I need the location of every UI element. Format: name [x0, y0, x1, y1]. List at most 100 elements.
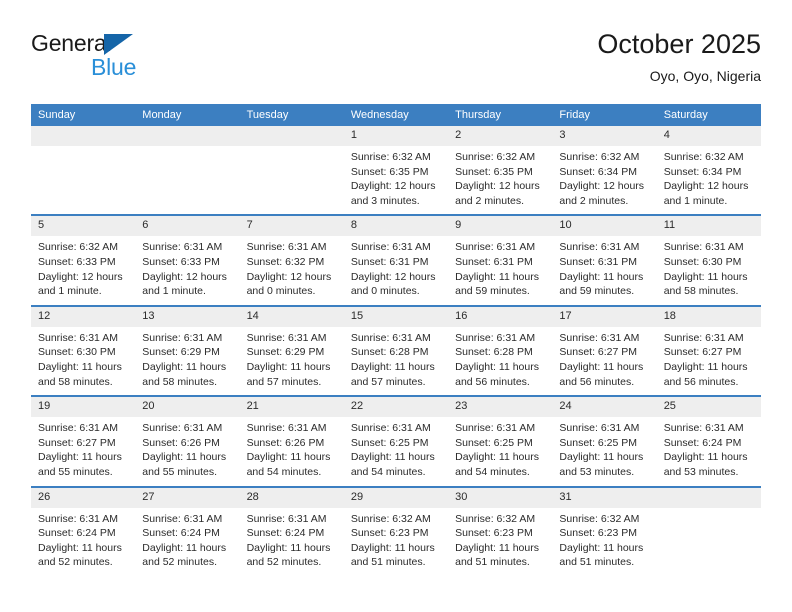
day-daylight2-text: and 1 minute.: [142, 285, 206, 298]
day-daylight2-text: and 1 minute.: [38, 285, 102, 298]
day-sunrise-text: Sunrise: 6:31 AM: [559, 241, 640, 254]
day-daylight2-text: and 54 minutes.: [246, 465, 322, 478]
day-daylight2-text: and 58 minutes.: [663, 285, 739, 298]
day-number: [656, 487, 761, 508]
calendar-day-cell[interactable]: 23 Sunrise: 6:31 AM Sunset: 6:25 PM Dayligh…: [448, 397, 553, 486]
calendar-day-cell[interactable]: 4 Sunrise: 6:32 AM Sunset: 6:34 PM Daylight…: [656, 126, 761, 215]
calendar-day-cell[interactable]: 9 Sunrise: 6:31 AM Sunset: 6:31 PM Daylight…: [448, 216, 553, 305]
day-sunset-text: Sunset: 6:35 PM: [350, 165, 429, 178]
day-sunset-text: Sunset: 6:32 PM: [246, 255, 325, 268]
day-daylight2-text: and 51 minutes.: [350, 556, 426, 569]
day-daylight2-text: and 57 minutes.: [350, 375, 426, 388]
day-daylight2-text: and 59 minutes.: [455, 285, 530, 298]
day-daylight2-text: and 51 minutes.: [559, 556, 635, 569]
day-daylight1-text: Daylight: 12 hours: [350, 180, 436, 193]
day-sun-info: Sunrise: 6:31 AM Sunset: 6:29 PM Daylight:…: [135, 327, 239, 395]
day-sunrise-text: Sunrise: 6:31 AM: [142, 241, 223, 254]
day-daylight1-text: Daylight: 11 hours: [38, 451, 122, 464]
calendar-day-cell[interactable]: 10 Sunrise: 6:31 AM Sunset: 6:31 PM Dayligh…: [552, 216, 657, 305]
day-number: 2: [448, 126, 553, 146]
general-blue-logo[interactable]: General Blue: [31, 28, 291, 90]
day-daylight2-text: and 0 minutes.: [246, 285, 316, 298]
calendar-day-cell[interactable]: 7 Sunrise: 6:31 AM Sunset: 6:32 PM Daylight…: [239, 216, 344, 305]
day-sun-info: Sunrise: 6:31 AM Sunset: 6:28 PM Daylight:…: [448, 327, 552, 395]
day-daylight2-text: and 0 minutes.: [350, 285, 420, 298]
day-sunrise-text: Sunrise: 6:31 AM: [38, 422, 118, 435]
day-number: 6: [135, 216, 240, 237]
day-sunset-text: Sunset: 6:33 PM: [38, 255, 116, 268]
calendar-day-cell[interactable]: 17 Sunrise: 6:31 AM Sunset: 6:27 PM Dayligh…: [552, 306, 657, 396]
calendar-day-cell-empty: [239, 126, 344, 215]
calendar-day-cell[interactable]: 26 Sunrise: 6:31 AM Sunset: 6:24 PM Dayligh…: [31, 487, 136, 576]
calendar-day-cell[interactable]: 11 Sunrise: 6:31 AM Sunset: 6:30 PM Dayligh…: [656, 216, 761, 305]
calendar-day-cell[interactable]: 27 Sunrise: 6:31 AM Sunset: 6:24 PM Dayligh…: [135, 487, 240, 576]
day-number: 9: [448, 216, 553, 237]
day-number: [135, 126, 240, 146]
day-sun-info: Sunrise: 6:31 AM Sunset: 6:24 PM Daylight:…: [657, 417, 761, 485]
calendar-day-cell[interactable]: 24 Sunrise: 6:31 AM Sunset: 6:25 PM Dayligh…: [552, 397, 657, 486]
calendar-day-cell[interactable]: 12 Sunrise: 6:31 AM Sunset: 6:30 PM Dayligh…: [31, 306, 136, 396]
day-daylight1-text: Daylight: 11 hours: [559, 360, 644, 373]
calendar-day-cell[interactable]: 19 Sunrise: 6:31 AM Sunset: 6:27 PM Dayligh…: [31, 397, 136, 486]
calendar-day-cell[interactable]: 31 Sunrise: 6:32 AM Sunset: 6:23 PM Dayligh…: [552, 487, 657, 576]
calendar-day-cell[interactable]: 21 Sunrise: 6:31 AM Sunset: 6:26 PM Dayligh…: [239, 397, 344, 486]
day-daylight2-text: and 52 minutes.: [142, 556, 217, 569]
day-sun-info: Sunrise: 6:31 AM Sunset: 6:28 PM Daylight:…: [344, 327, 448, 395]
day-sunset-text: Sunset: 6:31 PM: [455, 255, 533, 268]
day-daylight1-text: Daylight: 12 hours: [246, 270, 332, 283]
day-daylight1-text: Daylight: 11 hours: [559, 270, 644, 283]
calendar-day-cell[interactable]: 14 Sunrise: 6:31 AM Sunset: 6:29 PM Dayligh…: [239, 306, 344, 396]
weekday-header-wednesday: Wednesday: [350, 109, 409, 121]
day-sunset-text: Sunset: 6:24 PM: [246, 527, 325, 540]
day-number: 29: [343, 487, 449, 508]
day-daylight2-text: and 56 minutes.: [559, 375, 635, 388]
day-sunrise-text: Sunrise: 6:31 AM: [455, 331, 536, 344]
calendar-day-cell[interactable]: 6 Sunrise: 6:31 AM Sunset: 6:33 PM Daylight…: [135, 216, 240, 305]
day-number: 3: [552, 126, 657, 146]
calendar-day-cell[interactable]: 15 Sunrise: 6:31 AM Sunset: 6:28 PM Dayligh…: [343, 306, 449, 396]
calendar-day-cell[interactable]: 2 Sunrise: 6:32 AM Sunset: 6:35 PM Daylight…: [448, 126, 553, 215]
day-sunrise-text: Sunrise: 6:31 AM: [38, 512, 118, 525]
day-sun-info: Sunrise: 6:31 AM Sunset: 6:29 PM Daylight:…: [240, 327, 344, 395]
calendar-day-cell[interactable]: 29 Sunrise: 6:32 AM Sunset: 6:23 PM Dayligh…: [343, 487, 449, 576]
day-number: 13: [135, 306, 240, 327]
day-sunrise-text: Sunrise: 6:32 AM: [38, 241, 118, 254]
calendar-day-cell[interactable]: 28 Sunrise: 6:31 AM Sunset: 6:24 PM Dayligh…: [239, 487, 344, 576]
day-daylight1-text: Daylight: 11 hours: [455, 451, 539, 464]
calendar-week-row: 19 Sunrise: 6:31 AM Sunset: 6:27 PM Dayligh…: [31, 395, 761, 486]
day-daylight1-text: Daylight: 11 hours: [663, 451, 748, 464]
day-sunrise-text: Sunrise: 6:32 AM: [350, 512, 431, 525]
calendar-day-cell[interactable]: 30 Sunrise: 6:32 AM Sunset: 6:23 PM Dayligh…: [448, 487, 553, 576]
day-sunset-text: Sunset: 6:25 PM: [350, 436, 429, 449]
calendar-day-cell[interactable]: 25 Sunrise: 6:31 AM Sunset: 6:24 PM Dayligh…: [656, 397, 761, 486]
day-sun-info: Sunrise: 6:31 AM Sunset: 6:24 PM Daylight:…: [31, 508, 135, 576]
day-sunrise-text: Sunrise: 6:31 AM: [663, 422, 744, 435]
day-daylight2-text: and 1 minute.: [663, 194, 728, 207]
calendar-day-cell[interactable]: 16 Sunrise: 6:31 AM Sunset: 6:28 PM Dayligh…: [448, 306, 553, 396]
day-sunrise-text: Sunrise: 6:31 AM: [350, 331, 431, 344]
calendar-day-cell[interactable]: 8 Sunrise: 6:31 AM Sunset: 6:31 PM Daylight…: [343, 216, 449, 305]
calendar-day-cell[interactable]: 20 Sunrise: 6:31 AM Sunset: 6:26 PM Dayligh…: [135, 397, 240, 486]
day-sun-info: Sunrise: 6:31 AM Sunset: 6:33 PM Daylight:…: [135, 236, 239, 304]
calendar-page: General Blue October 2025 Oyo, Oyo, Nige…: [0, 0, 792, 612]
day-daylight1-text: Daylight: 11 hours: [246, 541, 331, 554]
day-sunset-text: Sunset: 6:28 PM: [455, 346, 533, 359]
day-daylight1-text: Daylight: 11 hours: [455, 541, 539, 554]
day-sunrise-text: Sunrise: 6:31 AM: [455, 422, 536, 435]
day-sun-info: Sunrise: 6:32 AM Sunset: 6:34 PM Daylight:…: [552, 146, 656, 214]
calendar-day-cell[interactable]: 22 Sunrise: 6:31 AM Sunset: 6:25 PM Dayligh…: [343, 397, 449, 486]
calendar-day-cell[interactable]: 18 Sunrise: 6:31 AM Sunset: 6:27 PM Dayligh…: [656, 306, 761, 396]
day-sunrise-text: Sunrise: 6:31 AM: [455, 241, 536, 254]
calendar-day-cell-empty: [31, 126, 136, 215]
day-sunrise-text: Sunrise: 6:32 AM: [350, 151, 431, 163]
day-sunset-text: Sunset: 6:26 PM: [246, 436, 325, 449]
day-sunset-text: Sunset: 6:26 PM: [142, 436, 220, 449]
weekday-header-thursday: Thursday: [455, 109, 501, 121]
day-number: 16: [448, 306, 553, 327]
calendar-day-cell[interactable]: 5 Sunrise: 6:32 AM Sunset: 6:33 PM Daylight…: [31, 216, 136, 305]
calendar-day-cell[interactable]: 1 Sunrise: 6:32 AM Sunset: 6:35 PM Daylight…: [343, 126, 449, 215]
day-number: 5: [31, 216, 136, 237]
calendar-day-cell[interactable]: 13 Sunrise: 6:31 AM Sunset: 6:29 PM Dayligh…: [135, 306, 240, 396]
day-daylight1-text: Daylight: 11 hours: [350, 541, 435, 554]
calendar-day-cell[interactable]: 3 Sunrise: 6:32 AM Sunset: 6:34 PM Daylight…: [552, 126, 657, 215]
